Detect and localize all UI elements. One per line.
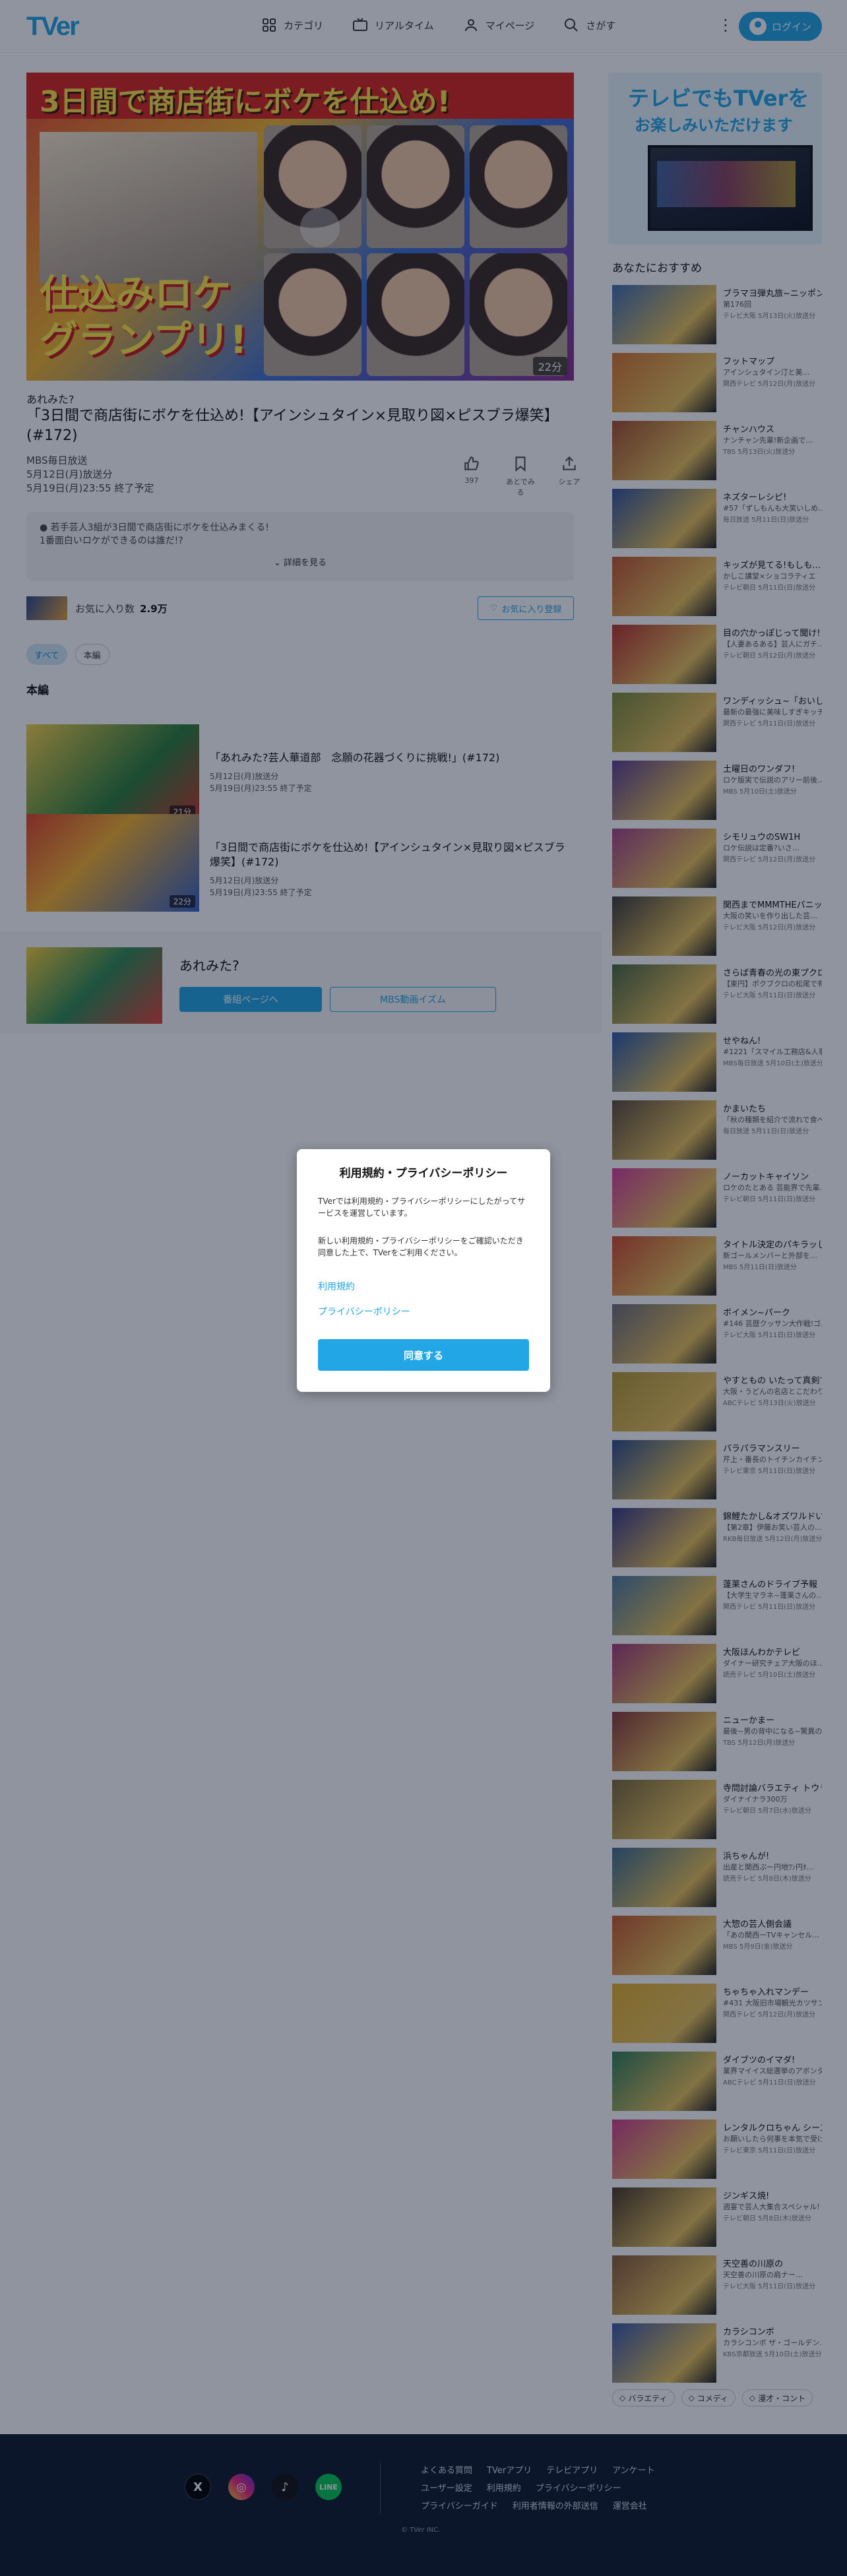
agree-button[interactable]: 同意する xyxy=(318,1339,529,1371)
modal-paragraph: TVerでは利用規約・プライバシーポリシーにしたがってサービスを運営しています。 xyxy=(318,1197,526,1218)
privacy-link[interactable]: プライバシーポリシー xyxy=(318,1305,410,1318)
terms-link[interactable]: 利用規約 xyxy=(318,1280,355,1293)
page: TVer カテゴリ リアルタイム マイページ さがす ⋮ ログイン 3日間で商店… xyxy=(0,0,847,2576)
modal-paragraph: 新しい利用規約・プライバシーポリシーをご確認いただき同意した上で、TVerをご利… xyxy=(318,1236,524,1257)
modal-title: 利用規約・プライバシーポリシー xyxy=(339,1167,508,1180)
terms-modal: 利用規約・プライバシーポリシー TVerでは利用規約・プライバシーポリシーにした… xyxy=(297,1149,550,1392)
